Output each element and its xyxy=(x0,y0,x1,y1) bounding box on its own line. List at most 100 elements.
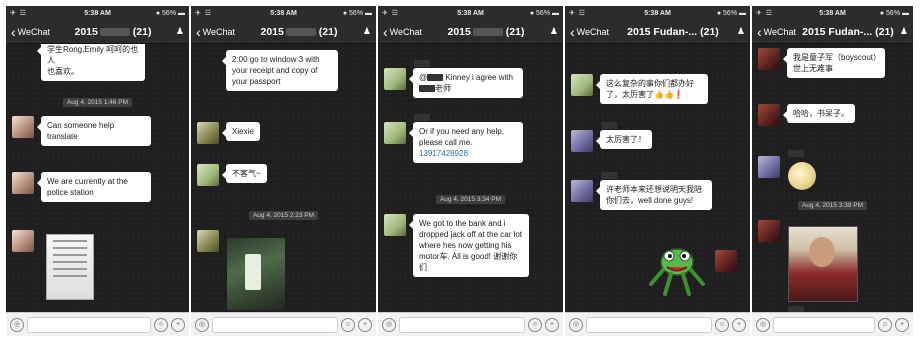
group-members-icon[interactable]: ♟ xyxy=(900,26,908,37)
avatar[interactable] xyxy=(758,48,780,70)
back-button[interactable]: ‹ WeChat xyxy=(11,25,50,39)
avatar[interactable] xyxy=(384,122,406,144)
message xyxy=(758,156,787,178)
plus-icon[interactable]: + xyxy=(545,317,559,332)
chevron-left-icon: ‹ xyxy=(383,23,388,40)
chat-title: 2015 (21) xyxy=(74,25,152,38)
message-input[interactable] xyxy=(586,316,712,333)
nav-bar: ‹ WeChat 2015 Fudan-... (21) ♟ xyxy=(752,20,913,44)
chat-area[interactable]: 学生Rong,Emily 呵呵的也人 也喜欢。 Aug 4, 2015 1:46… xyxy=(6,44,189,312)
voice-icon[interactable]: ◎ xyxy=(10,317,24,332)
message-bubble[interactable]: 我是童子军（boyscout）世上无难事 xyxy=(783,48,885,78)
status-bar: ✈ ☲ 5:38 AM ● 56% ▬ xyxy=(378,6,563,20)
chat-title: 2015 Fudan-... (21) xyxy=(802,25,894,38)
message-input[interactable] xyxy=(27,316,151,333)
message-bubble[interactable]: We got to the bank and i dropped jack of… xyxy=(409,214,529,277)
receipt-image[interactable] xyxy=(46,234,94,300)
emoji-icon[interactable]: ☺ xyxy=(715,317,729,332)
emoji-sticker[interactable] xyxy=(788,162,816,190)
avatar[interactable] xyxy=(12,230,34,252)
redaction xyxy=(99,27,130,36)
message-bubble[interactable]: We are currently at the police station xyxy=(37,172,151,202)
chat-area[interactable]: 我是童子军（boyscout）世上无难事 哈哈，书呆子。 Aug 4, 2015… xyxy=(752,44,913,312)
voice-icon[interactable]: ◎ xyxy=(382,317,396,332)
redaction xyxy=(285,27,316,36)
chat-area[interactable]: 2:00 go to window 3 with your receipt an… xyxy=(191,44,376,312)
message-bubble[interactable]: Xiexie xyxy=(222,122,260,141)
avatar[interactable] xyxy=(758,104,780,126)
message-bubble[interactable]: Or if you need any help, please call me.… xyxy=(409,122,523,163)
chevron-left-icon: ‹ xyxy=(757,23,762,40)
back-button[interactable]: ‹ WeChat xyxy=(757,25,796,39)
message-bubble[interactable]: Can someone help translate xyxy=(37,116,151,146)
voice-icon[interactable]: ◎ xyxy=(756,317,770,332)
plus-icon[interactable]: + xyxy=(895,317,909,332)
avatar[interactable] xyxy=(715,250,737,272)
message-bubble[interactable]: @ Kinney i agree with 老师 xyxy=(409,68,523,98)
frog-sticker[interactable] xyxy=(645,240,709,296)
message: 我是童子军（boyscout）世上无难事 xyxy=(758,48,885,78)
status-bar: ✈ ☲ 5:38 AM ● 56% ▬ xyxy=(6,6,189,20)
chat-area[interactable]: 这么复杂的事你们都办好了，太厉害了👍👍❗ 太厉害了！ 许老师本来还想说明天我陪你… xyxy=(565,44,750,312)
avatar[interactable] xyxy=(571,180,593,202)
avatar[interactable] xyxy=(12,172,34,194)
avatar[interactable] xyxy=(197,230,219,252)
input-bar: ◎ ☺ + xyxy=(752,312,913,336)
message: Xiexie xyxy=(197,122,260,144)
message-input[interactable] xyxy=(399,316,525,333)
avatar[interactable] xyxy=(571,74,593,96)
chat-screen-1: ✈ ☲ 5:38 AM ● 56% ▬ ‹ WeChat 2015 (21) ♟… xyxy=(6,6,189,336)
message-input[interactable] xyxy=(773,316,875,333)
plus-icon[interactable]: + xyxy=(732,317,746,332)
message-bubble[interactable]: 不客气~ xyxy=(222,164,267,183)
message-bubble[interactable]: 哈哈，书呆子。 xyxy=(783,104,855,123)
avatar[interactable] xyxy=(197,164,219,186)
phone-number-link[interactable]: 13917428928 xyxy=(419,149,468,158)
voice-icon[interactable]: ◎ xyxy=(569,317,583,332)
photo-image[interactable] xyxy=(788,226,858,302)
status-time: 5:38 AM xyxy=(819,9,846,17)
status-bar: ✈ ☲ 5:38 AM ● 56% ▬ xyxy=(565,6,750,20)
message: 2:00 go to window 3 with your receipt an… xyxy=(197,50,338,91)
back-button[interactable]: ‹ WeChat xyxy=(196,25,235,39)
emoji-icon[interactable]: ☺ xyxy=(341,317,355,332)
message-input[interactable] xyxy=(212,316,338,333)
chevron-left-icon: ‹ xyxy=(196,23,201,40)
status-time: 5:38 AM xyxy=(457,9,484,17)
group-members-icon[interactable]: ♟ xyxy=(363,26,371,37)
message-bubble[interactable]: 这么复杂的事你们都办好了，太厉害了👍👍❗ xyxy=(596,74,708,104)
back-button[interactable]: ‹ WeChat xyxy=(570,25,609,39)
sender-name xyxy=(414,60,430,67)
message-bubble[interactable]: 许老师本来还想说明天我陪你们去，well done guys! xyxy=(596,180,712,210)
avatar[interactable] xyxy=(197,122,219,144)
emoji-icon[interactable]: ☺ xyxy=(154,317,168,332)
message: Can someone help translate xyxy=(12,116,151,146)
group-members-icon[interactable]: ♟ xyxy=(176,26,184,37)
avatar[interactable] xyxy=(12,116,34,138)
sender-name xyxy=(601,122,617,129)
group-members-icon[interactable]: ♟ xyxy=(737,26,745,37)
message-bubble[interactable]: 学生Rong,Emily 呵呵的也人 也喜欢。 xyxy=(37,44,145,81)
sender-name xyxy=(414,114,430,121)
avatar[interactable] xyxy=(384,68,406,90)
chat-area[interactable]: @ Kinney i agree with 老师 Or if you need … xyxy=(378,44,563,312)
photo-image[interactable] xyxy=(227,238,285,310)
group-members-icon[interactable]: ♟ xyxy=(550,26,558,37)
emoji-icon[interactable]: ☺ xyxy=(878,317,892,332)
message-bubble[interactable]: 太厉害了！ xyxy=(596,130,652,149)
emoji-icon[interactable]: ☺ xyxy=(528,317,542,332)
nav-bar: ‹ WeChat 2015 (21) ♟ xyxy=(191,20,376,44)
avatar[interactable] xyxy=(758,156,780,178)
voice-icon[interactable]: ◎ xyxy=(195,317,209,332)
plus-icon[interactable]: + xyxy=(171,317,185,332)
message xyxy=(197,230,226,252)
plus-icon[interactable]: + xyxy=(358,317,372,332)
back-label: WeChat xyxy=(763,26,797,37)
message: 不客气~ xyxy=(197,164,267,186)
back-button[interactable]: ‹ WeChat xyxy=(383,25,422,39)
avatar[interactable] xyxy=(571,130,593,152)
chevron-left-icon: ‹ xyxy=(570,23,575,40)
avatar[interactable] xyxy=(384,214,406,236)
avatar[interactable] xyxy=(758,220,780,242)
message-bubble[interactable]: 2:00 go to window 3 with your receipt an… xyxy=(222,50,338,91)
